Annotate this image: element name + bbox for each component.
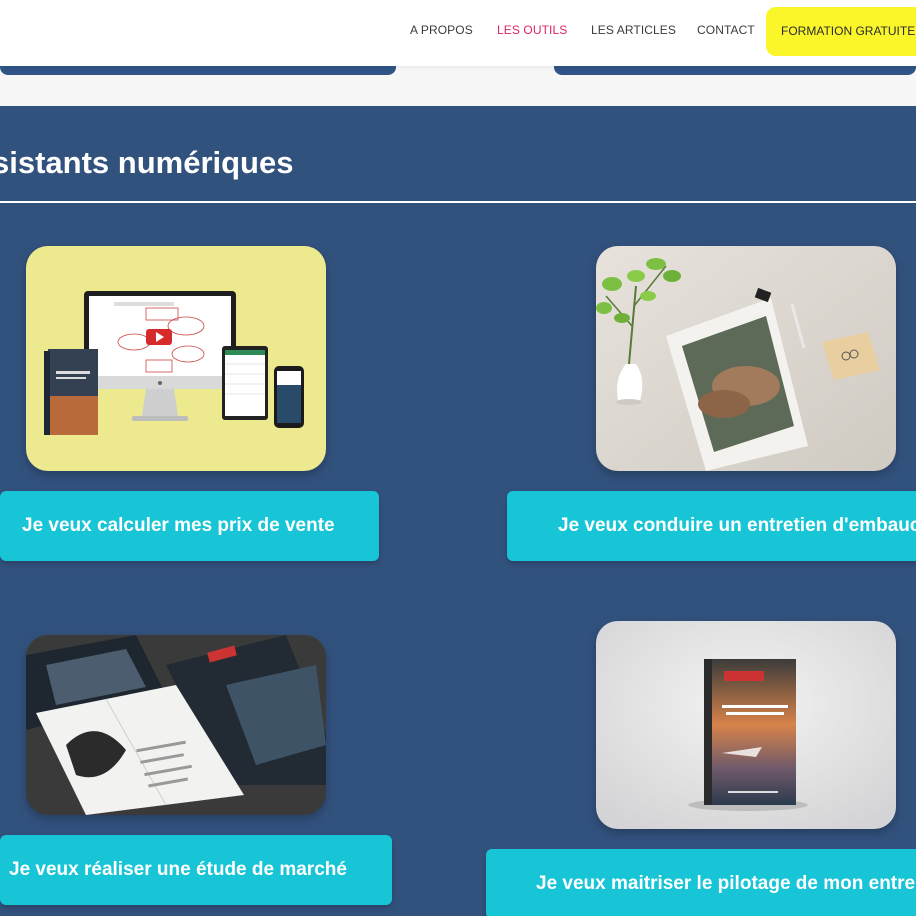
business-steering-button[interactable]: Je veux maitriser le pilotage de mon ent… <box>486 849 916 916</box>
top-navigation: A PROPOS LES OUTILS LES ARTICLES CONTACT… <box>0 0 916 66</box>
pricing-tool-image[interactable] <box>26 246 326 471</box>
nav-item-contact[interactable]: CONTACT <box>697 23 755 37</box>
section-title: sistants numériques <box>0 145 294 180</box>
section-divider <box>0 201 916 203</box>
job-interview-button[interactable]: Je veux conduire un entretien d'embauche <box>507 491 916 561</box>
nav-item-les-outils[interactable]: LES OUTILS <box>497 23 567 37</box>
market-study-image[interactable] <box>26 635 326 815</box>
market-study-button[interactable]: Je veux réaliser une étude de marché <box>0 835 392 905</box>
business-steering-image[interactable] <box>596 621 896 829</box>
nav-item-les-articles[interactable]: LES ARTICLES <box>591 23 676 37</box>
calculate-prices-button[interactable]: Je veux calculer mes prix de vente <box>0 491 379 561</box>
formation-gratuite-button[interactable]: FORMATION GRATUITE <box>766 7 916 56</box>
nav-item-a-propos[interactable]: A PROPOS <box>410 23 473 37</box>
job-interview-image[interactable] <box>596 246 896 471</box>
digital-assistants-section: sistants numériques Je veux calculer mes… <box>0 106 916 916</box>
